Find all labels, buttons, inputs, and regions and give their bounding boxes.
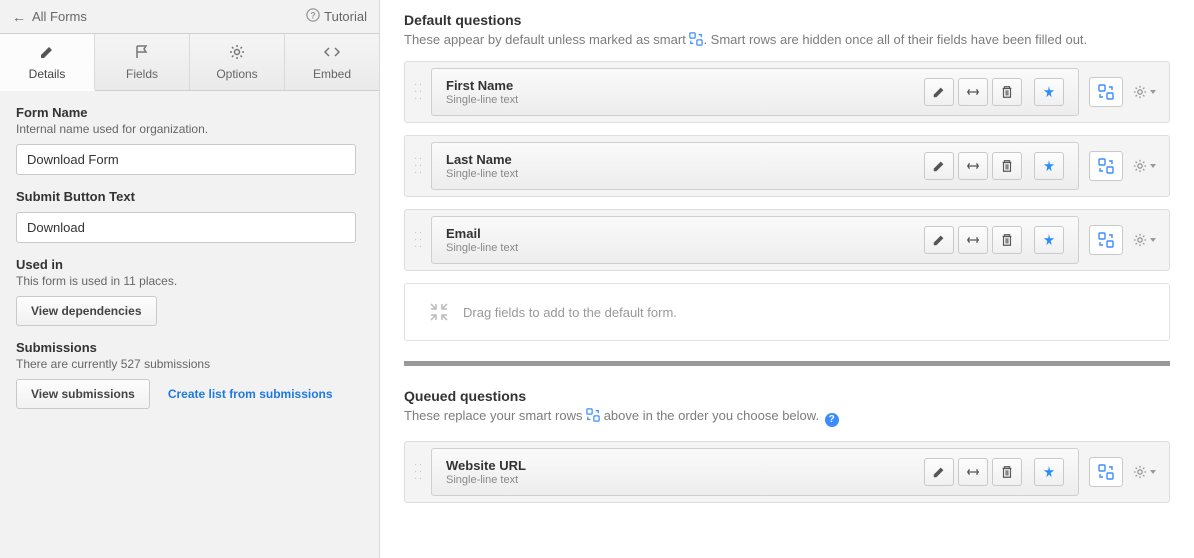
field-title: Website URL [446, 458, 924, 473]
queued-sub-post: above in the order you choose below. [600, 408, 823, 423]
field-title: Email [446, 226, 924, 241]
collapse-icon [429, 302, 449, 322]
smart-toggle[interactable] [1089, 151, 1123, 181]
field-card[interactable]: EmailSingle-line text [431, 216, 1079, 264]
gear-icon [190, 44, 284, 63]
smart-toggle[interactable] [1089, 77, 1123, 107]
tab-embed[interactable]: Embed [285, 34, 379, 90]
field-type: Single-line text [446, 168, 924, 180]
field-title: First Name [446, 78, 924, 93]
submit-button-input[interactable] [16, 212, 356, 243]
tab-options[interactable]: Options [190, 34, 285, 90]
info-icon[interactable]: ? [825, 413, 839, 427]
svg-text:?: ? [310, 11, 315, 21]
used-in-help: This form is used in 11 places. [16, 274, 363, 288]
required-button[interactable] [1034, 458, 1064, 486]
smart-toggle[interactable] [1089, 225, 1123, 255]
main-panel: Default questions These appear by defaul… [380, 0, 1194, 558]
field-card[interactable]: Last NameSingle-line text [431, 142, 1079, 190]
submit-button-label: Submit Button Text [16, 189, 363, 204]
pencil-icon [0, 44, 94, 63]
edit-button[interactable] [924, 226, 954, 254]
field-type: Single-line text [446, 94, 924, 106]
move-button[interactable] [958, 78, 988, 106]
back-all-forms[interactable]: ← All Forms [12, 9, 87, 25]
view-dependencies-button[interactable]: View dependencies [16, 296, 157, 326]
drag-handle[interactable]: ∙∙∙∙∙∙ [411, 460, 427, 484]
queued-sub-pre: These replace your smart rows [404, 408, 586, 423]
back-label: All Forms [32, 9, 87, 24]
default-sub: These appear by default unless marked as… [404, 32, 1170, 47]
required-button[interactable] [1034, 78, 1064, 106]
queued-heading: Queued questions [404, 388, 1170, 404]
help-icon: ? [306, 8, 320, 25]
delete-button[interactable] [992, 226, 1022, 254]
default-sub-post: . Smart rows are hidden once all of thei… [703, 32, 1087, 47]
default-sub-pre: These appear by default unless marked as… [404, 32, 689, 47]
tutorial-label: Tutorial [324, 9, 367, 24]
field-type: Single-line text [446, 242, 924, 254]
question-row: ∙∙∙∙∙∙Website URLSingle-line text [404, 441, 1170, 503]
queued-sub: These replace your smart rows above in t… [404, 408, 1170, 427]
edit-button[interactable] [924, 458, 954, 486]
form-name-help: Internal name used for organization. [16, 122, 363, 136]
row-settings[interactable] [1129, 77, 1161, 107]
used-in-label: Used in [16, 257, 363, 272]
tutorial-link[interactable]: ? Tutorial [306, 8, 367, 25]
field-card[interactable]: Website URLSingle-line text [431, 448, 1079, 496]
field-card[interactable]: First NameSingle-line text [431, 68, 1079, 116]
default-heading: Default questions [404, 12, 1170, 28]
move-button[interactable] [958, 458, 988, 486]
field-type: Single-line text [446, 474, 924, 486]
row-settings[interactable] [1129, 225, 1161, 255]
submissions-label: Submissions [16, 340, 363, 355]
drag-handle[interactable]: ∙∙∙∙∙∙ [411, 80, 427, 104]
back-arrow-icon: ← [12, 9, 26, 25]
field-title: Last Name [446, 152, 924, 167]
question-row: ∙∙∙∙∙∙Last NameSingle-line text [404, 135, 1170, 197]
edit-button[interactable] [924, 78, 954, 106]
section-divider [404, 361, 1170, 366]
drop-text: Drag fields to add to the default form. [463, 305, 677, 320]
edit-button[interactable] [924, 152, 954, 180]
question-row: ∙∙∙∙∙∙First NameSingle-line text [404, 61, 1170, 123]
move-button[interactable] [958, 152, 988, 180]
drag-handle[interactable]: ∙∙∙∙∙∙ [411, 154, 427, 178]
delete-button[interactable] [992, 78, 1022, 106]
required-button[interactable] [1034, 226, 1064, 254]
view-submissions-button[interactable]: View submissions [16, 379, 150, 409]
tab-label: Details [29, 67, 66, 81]
smart-icon [586, 408, 600, 422]
question-row: ∙∙∙∙∙∙EmailSingle-line text [404, 209, 1170, 271]
smart-toggle[interactable] [1089, 457, 1123, 487]
flag-icon [95, 44, 189, 63]
row-settings[interactable] [1129, 151, 1161, 181]
delete-button[interactable] [992, 458, 1022, 486]
delete-button[interactable] [992, 152, 1022, 180]
tab-details[interactable]: Details [0, 34, 95, 91]
tab-fields[interactable]: Fields [95, 34, 190, 90]
move-button[interactable] [958, 226, 988, 254]
tab-label: Options [216, 67, 257, 81]
drag-handle[interactable]: ∙∙∙∙∙∙ [411, 228, 427, 252]
required-button[interactable] [1034, 152, 1064, 180]
submissions-help: There are currently 527 submissions [16, 357, 363, 371]
tab-label: Embed [313, 67, 351, 81]
form-name-label: Form Name [16, 105, 363, 120]
default-drop-area[interactable]: Drag fields to add to the default form. [404, 283, 1170, 341]
create-list-link[interactable]: Create list from submissions [168, 387, 333, 401]
tabs: Details Fields Options Embed [0, 33, 379, 91]
smart-icon [689, 32, 703, 46]
row-settings[interactable] [1129, 457, 1161, 487]
code-icon [285, 44, 379, 63]
form-name-input[interactable] [16, 144, 356, 175]
tab-label: Fields [126, 67, 158, 81]
sidebar: ← All Forms ? Tutorial Details [0, 0, 380, 558]
